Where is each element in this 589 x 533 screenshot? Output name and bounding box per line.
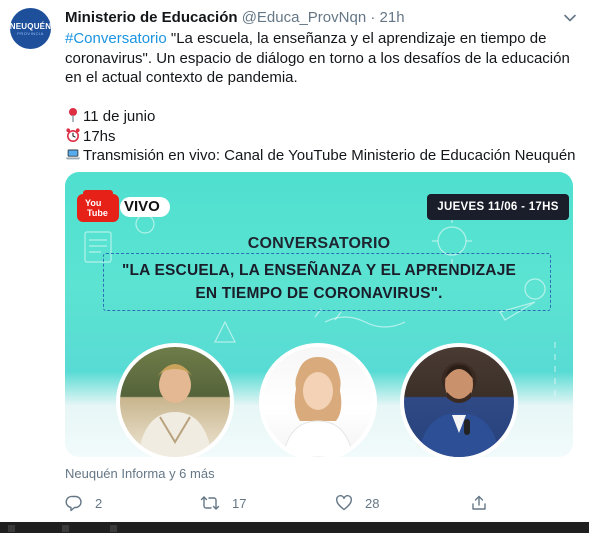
live-badge: VIVO — [120, 197, 170, 217]
date-line: 11 de junio — [65, 107, 575, 127]
tweet-actions: 2 17 28 — [65, 492, 486, 514]
event-hour: 17hs — [83, 127, 116, 145]
reply-icon — [65, 495, 82, 512]
share-icon — [472, 495, 486, 510]
reply-button[interactable]: 2 — [65, 492, 102, 514]
avatar-logo-subtext: PROVINCIA — [17, 30, 44, 36]
tweet-timestamp[interactable]: 21h — [380, 9, 405, 26]
stream-info: Transmisión en vivo: Canal de YouTube Mi… — [83, 147, 576, 164]
taskbar-icon[interactable] — [110, 525, 117, 532]
date-badge: JUEVES 11/06 - 17HS — [427, 194, 569, 220]
tweet-text-line-2: coronavirus". Un espacio de diálogo en t… — [65, 49, 570, 67]
avatar-logo-text: NEUQUÉN — [10, 21, 51, 31]
youtube-label-tube: Tube — [87, 208, 108, 218]
speaker-photo-3 — [400, 343, 518, 457]
author-handle[interactable]: @Educa_ProvNqn — [242, 9, 366, 26]
taskbar-icon[interactable] — [8, 525, 15, 532]
pin-icon — [69, 108, 77, 122]
event-date: 11 de junio — [83, 108, 156, 125]
tweet-text-line-1: #Conversatorio "La escuela, la enseñanza… — [65, 29, 575, 49]
youtube-label-you: You — [85, 198, 102, 208]
like-button[interactable]: 28 — [335, 492, 379, 514]
tweet-text: #Conversatorio "La escuela, la enseñanza… — [65, 29, 576, 166]
taskbar-icon[interactable] — [62, 525, 69, 532]
tweet-text-line-1-rest: "La escuela, la enseñanza y el aprendiza… — [166, 30, 547, 47]
tweet[interactable]: NEUQUÉN PROVINCIA Ministerio de Educació… — [0, 0, 589, 522]
stream-line: Transmisión en vivo: Canal de YouTube Mi… — [65, 146, 576, 166]
card-title: CONVERSATORIO — [247, 235, 391, 252]
share-button[interactable] — [470, 492, 500, 514]
card-quote-line-2: EN TIEMPO DE CORONAVIRUS". — [195, 285, 443, 302]
retweet-count: 17 — [232, 495, 247, 511]
tweet-text-line-3: en el actual contexto de pandemia. — [65, 69, 298, 86]
avatar[interactable]: NEUQUÉN PROVINCIA — [10, 8, 51, 49]
speaker-1-figure — [138, 364, 212, 457]
separator-dot: · — [370, 9, 376, 26]
retweet-button[interactable]: 17 — [200, 492, 246, 514]
image-credits[interactable]: Neuquén Informa y 6 más — [65, 466, 215, 481]
hour-line: 17hs — [65, 127, 575, 147]
speaker-photo-2 — [259, 343, 377, 457]
like-count: 28 — [365, 495, 380, 511]
laptop-icon — [65, 149, 81, 160]
tweet-text-spacer — [65, 88, 575, 108]
speaker-photo-1 — [116, 343, 234, 457]
hashtag-link[interactable]: #Conversatorio — [65, 30, 167, 47]
retweet-icon — [200, 496, 220, 510]
taskbar — [0, 522, 589, 533]
speaker-2-figure — [282, 357, 354, 457]
reply-count: 2 — [95, 495, 103, 511]
speaker-3-figure — [418, 365, 500, 457]
card-quote-line-1: "LA ESCUELA, LA ENSEÑANZA Y EL APRENDIZA… — [121, 262, 517, 279]
chevron-down-icon[interactable] — [562, 10, 578, 26]
author-name[interactable]: Ministerio de Educación — [65, 9, 238, 26]
tweet-header: Ministerio de Educación @Educa_ProvNqn ·… — [65, 9, 405, 27]
alarm-clock-icon — [66, 127, 80, 142]
heart-icon — [336, 494, 352, 511]
event-image-card[interactable]: You Tube VIVO JUEVES 11/06 - 17HS CONVER… — [65, 172, 573, 457]
